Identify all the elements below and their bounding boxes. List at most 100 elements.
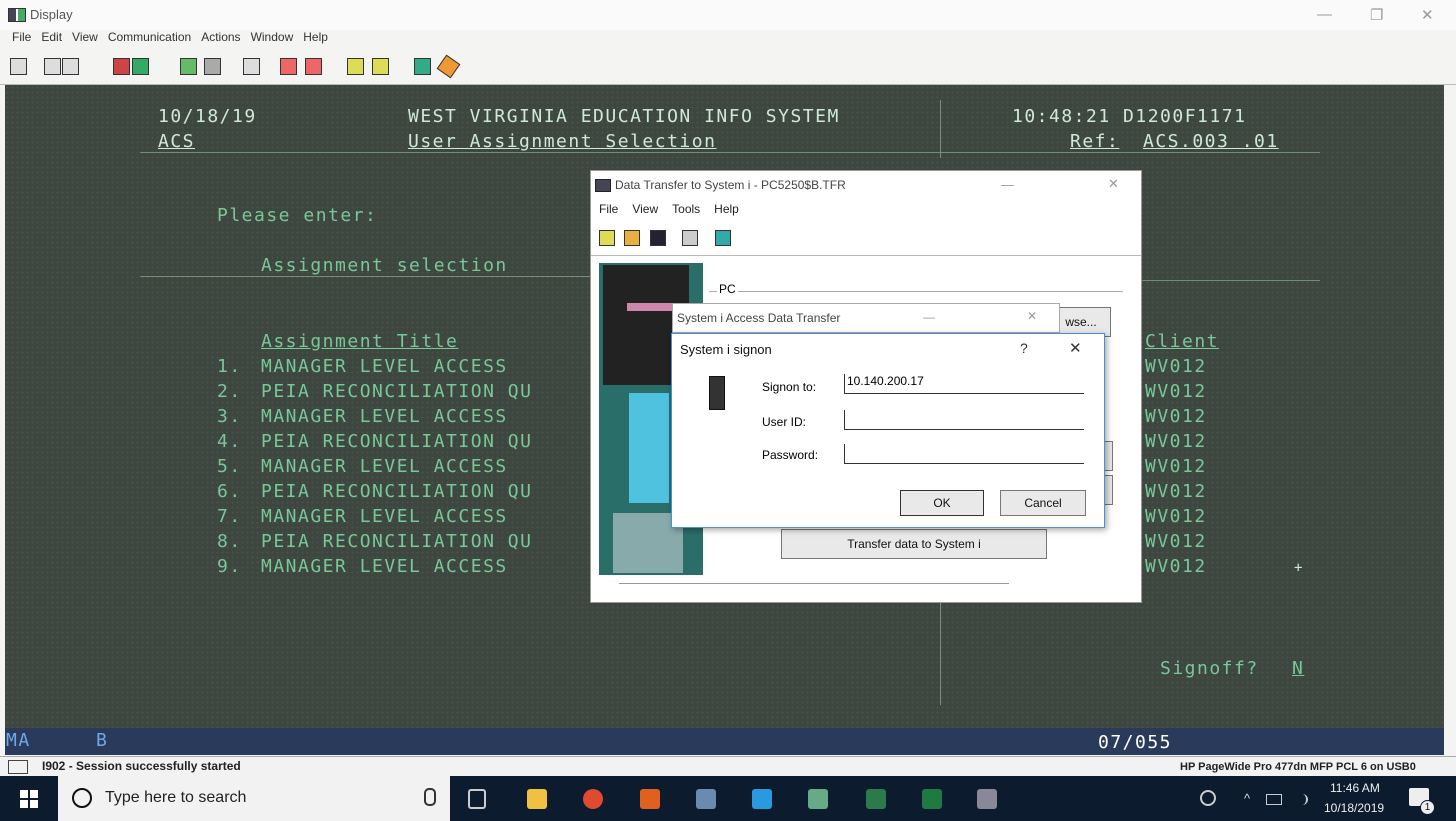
dt-menu-help[interactable]: Help (714, 202, 739, 216)
dt-close-button[interactable]: ✕ (1108, 176, 1119, 192)
open-icon[interactable] (624, 230, 640, 246)
paste-icon[interactable] (62, 58, 79, 75)
dt-menu-tools[interactable]: Tools (672, 202, 700, 216)
ok-button[interactable]: OK (900, 490, 984, 516)
network-icon[interactable] (1266, 794, 1282, 805)
printer-status: HP PageWide Pro 477dn MFP PCL 6 on USB0 (1180, 761, 1416, 773)
menu-actions[interactable]: Actions (201, 30, 240, 52)
help-button[interactable]: ? (1020, 340, 1028, 356)
row-title[interactable]: PEIA RECONCILIATION QU (261, 431, 532, 452)
display-session-icon[interactable] (808, 789, 828, 809)
access-minimize-button[interactable]: — (923, 310, 935, 324)
menu-edit[interactable]: Edit (41, 30, 62, 52)
menu-help[interactable]: Help (303, 30, 328, 52)
excel-icon[interactable] (922, 789, 942, 809)
macro-icon[interactable] (243, 58, 260, 75)
row-client: WV012 (1145, 431, 1207, 452)
row-title[interactable]: PEIA RECONCILIATION QU (261, 481, 532, 502)
row-num: 8. (217, 531, 242, 552)
transfer-app-icon (595, 179, 611, 192)
window-title: Display (30, 7, 73, 22)
row-title[interactable]: MANAGER LEVEL ACCESS (261, 506, 508, 527)
network-app-icon[interactable] (696, 789, 716, 809)
transfer-icon[interactable] (347, 58, 364, 75)
search-placeholder: Type here to search (105, 789, 247, 806)
keyboard-icon[interactable] (204, 58, 221, 75)
row-title[interactable]: MANAGER LEVEL ACCESS (261, 456, 508, 477)
clock-date[interactable]: 10/18/2019 (1324, 801, 1384, 815)
dt-menu-view[interactable]: View (632, 202, 658, 216)
row-num: 2. (217, 381, 242, 402)
print-screen-icon[interactable] (10, 58, 27, 75)
column-header-client: Client (1145, 331, 1220, 352)
signon-to-field[interactable]: 10.140.200.17 (844, 374, 1084, 394)
file-explorer-icon[interactable] (527, 789, 547, 809)
transfer-data-button[interactable]: Transfer data to System i (781, 529, 1047, 559)
people-icon[interactable] (1200, 790, 1216, 806)
project-icon[interactable] (866, 789, 886, 809)
menu-file[interactable]: File (12, 30, 31, 52)
row-title[interactable]: PEIA RECONCILIATION QU (261, 531, 532, 552)
row-title[interactable]: MANAGER LEVEL ACCESS (261, 556, 508, 577)
properties-icon[interactable] (682, 230, 698, 246)
status-mode: MA (6, 730, 31, 751)
media-player-icon[interactable] (640, 789, 660, 809)
access-close-button[interactable]: ✕ (1027, 309, 1037, 323)
copy-icon[interactable] (44, 58, 61, 75)
windows-start-icon[interactable] (20, 790, 38, 808)
play-macro-icon[interactable] (305, 58, 322, 75)
receive-file-icon[interactable] (132, 58, 149, 75)
password-field[interactable] (844, 444, 1084, 464)
menu-window[interactable]: Window (251, 30, 294, 52)
tray-chevron-icon[interactable]: ^ (1244, 791, 1250, 806)
volume-icon[interactable] (1292, 794, 1308, 805)
user-id-field[interactable] (844, 410, 1084, 430)
save-icon[interactable] (650, 230, 666, 246)
row-title[interactable]: MANAGER LEVEL ACCESS (261, 356, 508, 377)
row-num: 1. (217, 356, 242, 377)
menu-view[interactable]: View (72, 30, 98, 52)
dt-menu-bar: File View Tools Help (599, 202, 739, 216)
row-num: 4. (217, 431, 242, 452)
transfer-list-icon[interactable] (715, 230, 731, 246)
menu-communication[interactable]: Communication (108, 30, 191, 52)
connect-icon[interactable] (414, 58, 431, 75)
task-view-icon[interactable] (468, 789, 486, 809)
status-b: B (96, 730, 109, 751)
chrome-icon[interactable] (583, 789, 603, 809)
maximize-button[interactable]: ❐ (1370, 6, 1383, 24)
transfer-to-icon[interactable] (372, 58, 389, 75)
system-title: WEST VIRGINIA EDUCATION INFO SYSTEM (408, 106, 840, 127)
user-id-label: User ID: (762, 415, 807, 429)
column-header-title: Assignment Title (261, 331, 459, 352)
signon-close-button[interactable]: ✕ (1069, 339, 1082, 357)
microphone-icon[interactable] (424, 788, 436, 806)
ref-value: ACS.003 .01 (1143, 131, 1279, 152)
close-button[interactable]: ✕ (1421, 6, 1434, 24)
status-message: I902 - Session successfully started (42, 759, 241, 773)
row-client: WV012 (1145, 381, 1207, 402)
cancel-button[interactable]: Cancel (1000, 490, 1086, 516)
data-stream-icon (629, 393, 669, 503)
header-divider (940, 100, 941, 158)
send-file-icon[interactable] (113, 58, 130, 75)
minimize-button[interactable]: — (1317, 6, 1332, 23)
row-num: 5. (217, 456, 242, 477)
new-icon[interactable] (599, 230, 615, 246)
clock-time[interactable]: 11:46 AM (1330, 781, 1380, 795)
signoff-input[interactable]: N (1292, 658, 1304, 679)
data-transfer-app-icon[interactable] (977, 789, 997, 809)
row-client: WV012 (1145, 556, 1207, 577)
display-icon[interactable] (180, 58, 197, 75)
row-title[interactable]: MANAGER LEVEL ACCESS (261, 406, 508, 427)
dt-minimize-button[interactable]: — (1001, 177, 1014, 192)
dell-app-icon[interactable] (752, 789, 772, 809)
pencil-icon[interactable] (436, 54, 461, 79)
screen-title: User Assignment Selection (408, 131, 717, 152)
row-client: WV012 (1145, 506, 1207, 527)
row-client: WV012 (1145, 531, 1207, 552)
record-macro-icon[interactable] (280, 58, 297, 75)
dt-menu-file[interactable]: File (599, 202, 618, 216)
row-num: 3. (217, 406, 242, 427)
row-title[interactable]: PEIA RECONCILIATION QU (261, 381, 532, 402)
